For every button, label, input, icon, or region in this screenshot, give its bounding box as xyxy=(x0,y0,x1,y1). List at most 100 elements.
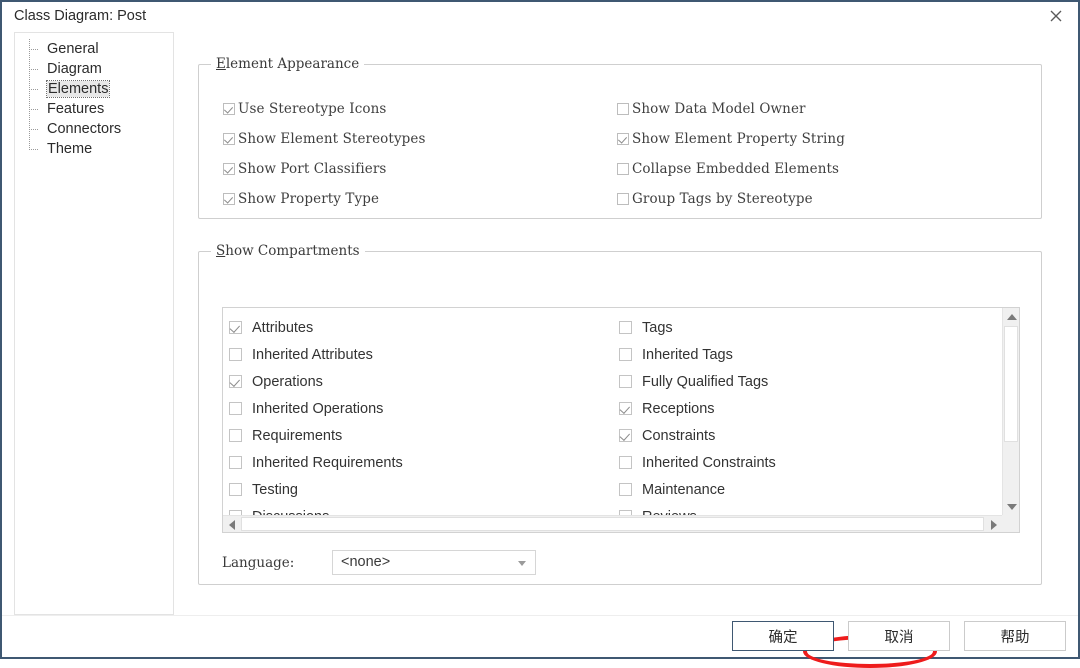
checkbox-label: Show Port Classifiers xyxy=(238,161,387,177)
list-item[interactable]: Inherited Tags xyxy=(619,341,989,368)
cancel-button[interactable]: 取消 xyxy=(848,621,950,651)
sidebar-item-connectors[interactable]: Connectors xyxy=(15,119,173,139)
checkbox-icon[interactable] xyxy=(229,321,242,334)
checkbox-icon[interactable] xyxy=(619,402,632,415)
list-item[interactable]: Attributes xyxy=(229,314,599,341)
checkbox-icon[interactable] xyxy=(229,375,242,388)
checkbox-label: Show Data Model Owner xyxy=(632,101,806,117)
sidebar-item-label: Features xyxy=(47,101,105,117)
tree-branch-icon xyxy=(29,99,43,119)
checkbox-show-data-model-owner[interactable]: Show Data Model Owner xyxy=(617,101,806,117)
list-item[interactable]: Inherited Operations xyxy=(229,395,599,422)
list-item-label: Requirements xyxy=(252,427,343,444)
checkbox-icon[interactable] xyxy=(619,456,632,469)
help-button[interactable]: 帮助 xyxy=(964,621,1066,651)
element-appearance-group: Element Appearance Use Stereotype Icons … xyxy=(198,56,1042,219)
horizontal-scrollbar-thumb[interactable] xyxy=(241,517,984,531)
scroll-right-button[interactable] xyxy=(985,516,1002,532)
checkbox-icon[interactable] xyxy=(229,429,242,442)
compartments-list-viewport: Attributes Inherited Attributes Operatio… xyxy=(223,308,1003,516)
list-item[interactable]: Testing xyxy=(229,476,599,503)
show-compartments-title: Show Compartments xyxy=(211,243,365,259)
checkbox-icon[interactable] xyxy=(229,483,242,496)
list-item[interactable]: Inherited Requirements xyxy=(229,449,599,476)
checkbox-icon[interactable] xyxy=(619,375,632,388)
checkbox-icon[interactable] xyxy=(617,193,629,205)
checkbox-label: Collapse Embedded Elements xyxy=(632,161,840,177)
checkbox-icon[interactable] xyxy=(223,163,235,175)
list-item[interactable]: Operations xyxy=(229,368,599,395)
checkbox-icon[interactable] xyxy=(229,456,242,469)
settings-content-pane: Element Appearance Use Stereotype Icons … xyxy=(174,32,1078,668)
list-item-label: Tags xyxy=(642,319,673,336)
list-item[interactable]: Inherited Attributes xyxy=(229,341,599,368)
checkbox-show-property-type[interactable]: Show Property Type xyxy=(223,191,379,207)
list-item-label: Inherited Attributes xyxy=(252,346,373,363)
list-item-constraints[interactable]: Constraints xyxy=(619,422,989,449)
checkbox-icon[interactable] xyxy=(617,103,629,115)
element-appearance-title-rest: lement Appearance xyxy=(225,56,360,72)
checkbox-icon[interactable] xyxy=(619,321,632,334)
scroll-down-button[interactable] xyxy=(1003,498,1019,515)
list-item-label: Testing xyxy=(252,481,298,498)
scroll-up-button[interactable] xyxy=(1003,308,1019,325)
list-item[interactable]: Fully Qualified Tags xyxy=(619,368,989,395)
sidebar-item-features[interactable]: Features xyxy=(15,99,173,119)
checkbox-icon[interactable] xyxy=(229,402,242,415)
list-item[interactable]: Maintenance xyxy=(619,476,989,503)
compartments-right-column: Tags Inherited Tags Fully Qualified Tags xyxy=(619,314,989,516)
scroll-left-button[interactable] xyxy=(223,516,240,532)
checkbox-icon[interactable] xyxy=(619,429,632,442)
language-dropdown[interactable]: <none> xyxy=(332,550,536,575)
list-item[interactable]: Receptions xyxy=(619,395,989,422)
checkbox-icon[interactable] xyxy=(223,193,235,205)
checkbox-label: Show Element Stereotypes xyxy=(238,131,426,147)
checkbox-show-element-stereotypes[interactable]: Show Element Stereotypes xyxy=(223,131,426,147)
footer-separator xyxy=(2,615,1078,616)
close-icon[interactable] xyxy=(1034,2,1078,30)
list-item[interactable]: Requirements xyxy=(229,422,599,449)
sidebar-item-theme[interactable]: Theme xyxy=(15,139,173,159)
arrow-up-icon xyxy=(1006,313,1017,320)
vertical-scrollbar-thumb[interactable] xyxy=(1004,326,1018,442)
scrollbar-corner xyxy=(1002,515,1019,532)
list-item-label: Inherited Tags xyxy=(642,346,733,363)
settings-category-tree[interactable]: General Diagram Elements Features Connec… xyxy=(14,32,174,615)
checkbox-use-stereotype-icons[interactable]: Use Stereotype Icons xyxy=(223,101,386,117)
list-item[interactable]: Tags xyxy=(619,314,989,341)
checkbox-collapse-embedded-elements[interactable]: Collapse Embedded Elements xyxy=(617,161,839,177)
window-title: Class Diagram: Post xyxy=(14,8,147,24)
chevron-down-icon[interactable] xyxy=(518,561,526,566)
checkbox-icon[interactable] xyxy=(617,133,629,145)
checkbox-icon[interactable] xyxy=(619,483,632,496)
sidebar-item-general[interactable]: General xyxy=(15,39,173,59)
checkbox-icon[interactable] xyxy=(619,348,632,361)
sidebar-item-label: Connectors xyxy=(47,121,122,137)
language-selected-value: <none> xyxy=(341,554,391,570)
sidebar-item-label: General xyxy=(47,41,99,57)
checkbox-group-tags-by-stereotype[interactable]: Group Tags by Stereotype xyxy=(617,191,813,207)
horizontal-scrollbar[interactable] xyxy=(223,515,1002,532)
sidebar-item-diagram[interactable]: Diagram xyxy=(15,59,173,79)
checkbox-show-port-classifiers[interactable]: Show Port Classifiers xyxy=(223,161,386,177)
checkbox-icon[interactable] xyxy=(617,163,629,175)
checkbox-icon[interactable] xyxy=(223,103,235,115)
sidebar-item-elements[interactable]: Elements xyxy=(15,79,173,99)
list-item-label: Constraints xyxy=(642,427,716,444)
checkbox-show-element-property-string[interactable]: Show Element Property String xyxy=(617,131,845,147)
list-item-label: Inherited Constraints xyxy=(642,454,776,471)
checkbox-icon[interactable] xyxy=(229,348,242,361)
language-label-prefix: Lan xyxy=(222,555,248,571)
arrow-left-icon xyxy=(228,519,235,530)
arrow-right-icon xyxy=(990,519,997,530)
list-item-label: Inherited Requirements xyxy=(252,454,403,471)
compartments-listbox[interactable]: Attributes Inherited Attributes Operatio… xyxy=(222,307,1020,533)
checkbox-label: Show Property Type xyxy=(238,191,380,207)
vertical-scrollbar[interactable] xyxy=(1002,308,1019,515)
tree-branch-icon xyxy=(29,139,43,159)
list-item-label: Attributes xyxy=(252,319,314,336)
ok-button[interactable]: 确定 xyxy=(732,621,834,651)
list-item[interactable]: Inherited Constraints xyxy=(619,449,989,476)
sidebar-item-label: Theme xyxy=(47,141,93,157)
checkbox-icon[interactable] xyxy=(223,133,235,145)
